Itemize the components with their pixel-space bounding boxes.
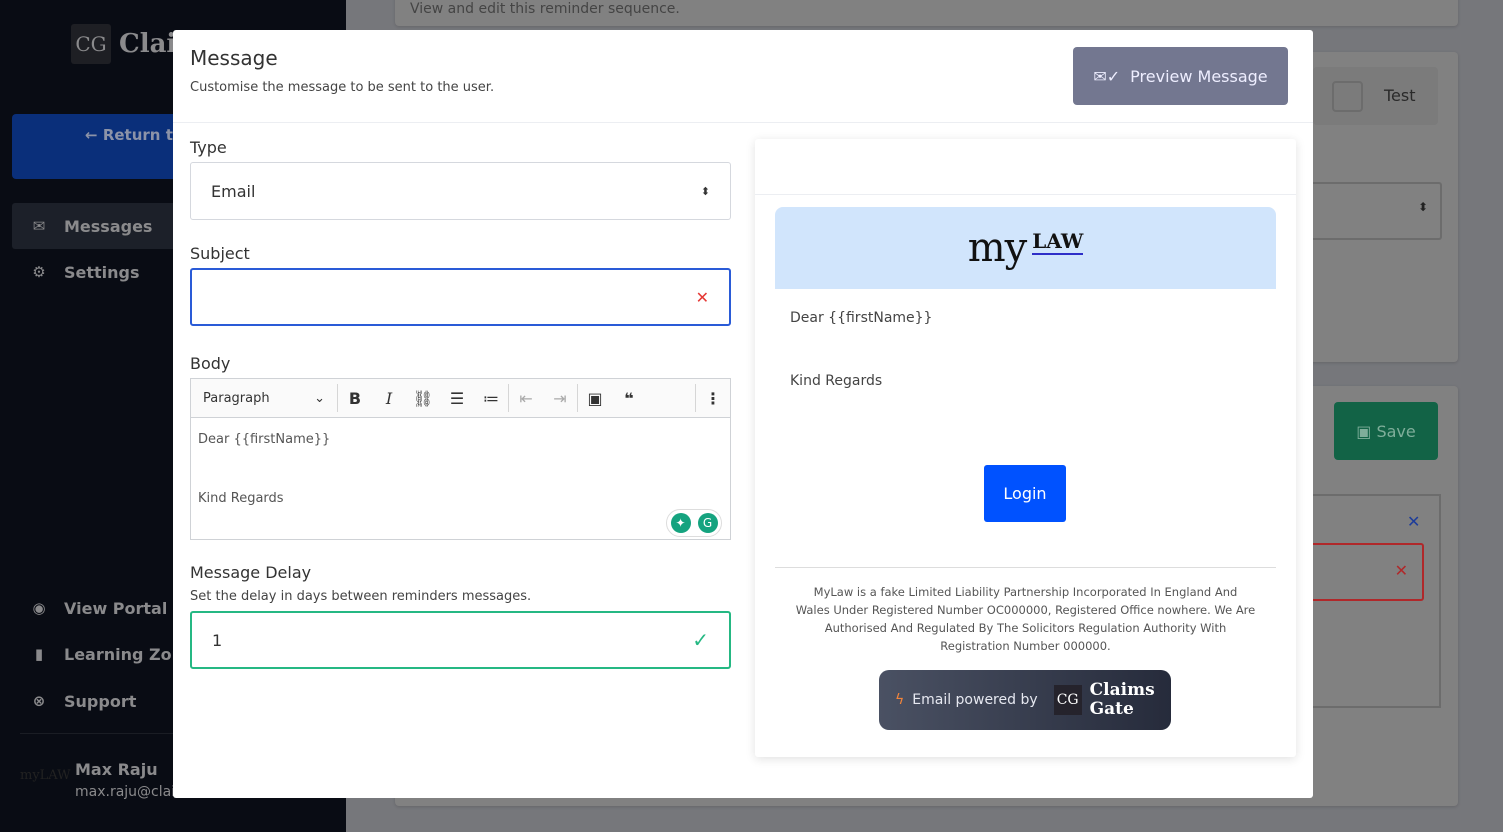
subject-label: Subject — [190, 244, 250, 263]
envelope-check-icon: ✉✓ — [1093, 66, 1121, 86]
floppy-icon: ▣ — [1356, 421, 1377, 441]
grammarly-widget[interactable]: ✦ G — [666, 509, 722, 537]
delay-input[interactable]: 1 ✓ — [190, 611, 731, 669]
cg-logo-icon: CG — [71, 24, 111, 64]
editor-toolbar: Paragraph ⌄ B I ⛓ ☰ ≔ ⇤ ⇥ ▣ ❝ ⋮ — [191, 379, 730, 418]
company-logo: myLAW — [20, 768, 71, 783]
body-editor[interactable]: Paragraph ⌄ B I ⛓ ☰ ≔ ⇤ ⇥ ▣ ❝ ⋮ Dear {{fi… — [190, 378, 731, 540]
bullet-list-icon[interactable]: ☰ — [440, 389, 474, 408]
body-label: Body — [190, 354, 231, 373]
delay-label: Message Delay — [190, 563, 312, 582]
error-icon: ✕ — [1295, 543, 1424, 601]
preview-signoff: Kind Regards — [790, 373, 883, 389]
quote-icon[interactable]: ❝ — [612, 389, 646, 408]
email-preview: my LAW Dear {{firstName}} Kind Regards Lo… — [755, 139, 1296, 757]
envelope-icon: ✉ — [32, 217, 46, 235]
login-button[interactable]: Login — [984, 465, 1066, 522]
numbered-list-icon[interactable]: ≔ — [474, 389, 508, 408]
modal-header: Message Customise the message to be sent… — [173, 30, 1313, 123]
indent-icon[interactable]: ⇥ — [543, 389, 577, 408]
outdent-icon[interactable]: ⇤ — [509, 389, 543, 408]
gear-icon: ⚙ — [32, 263, 46, 281]
message-modal: Message Customise the message to be sent… — [173, 30, 1313, 798]
lightning-icon: ϟ — [895, 692, 905, 708]
book-icon: ▮ — [34, 645, 44, 663]
test-checkbox[interactable] — [1332, 81, 1363, 112]
save-button[interactable]: ▣ Save — [1334, 402, 1438, 460]
error-icon: ✕ — [695, 287, 709, 307]
preview-footer: MyLaw is a fake Limited Liability Partne… — [795, 585, 1256, 653]
bulb-icon: ✦ — [670, 513, 691, 533]
link-icon[interactable]: ⛓ — [406, 389, 440, 408]
lifebuoy-icon: ⊗ — [32, 692, 46, 710]
chevron-down-icon: ⌄ — [314, 390, 325, 406]
delay-help: Set the delay in days between reminders … — [190, 589, 532, 604]
preview-greeting: Dear {{firstName}} — [790, 310, 933, 326]
logo: CG Clai — [71, 24, 176, 64]
bold-icon[interactable]: B — [338, 389, 372, 408]
divider — [775, 567, 1276, 568]
cg-logo-icon: CG — [1053, 685, 1082, 715]
close-icon[interactable]: ✕ — [1407, 512, 1420, 531]
preview-message-button[interactable]: ✉✓ Preview Message — [1073, 47, 1288, 105]
select-chevron-icon: ⬍ — [700, 184, 710, 198]
grammarly-icon: G — [697, 513, 718, 533]
type-select[interactable]: Email ⬍ — [190, 162, 731, 220]
check-icon: ✓ — [692, 628, 709, 652]
select-chevron-icon[interactable]: ⬍ — [1295, 182, 1442, 240]
editor-content[interactable]: Dear {{firstName}} Kind Regards — [191, 418, 730, 521]
background-header-card: View and edit this reminder sequence. — [395, 0, 1458, 26]
mylaw-logo-banner: my LAW — [775, 207, 1276, 289]
subject-input[interactable]: ✕ — [190, 268, 731, 326]
italic-icon[interactable]: I — [372, 389, 406, 408]
type-label: Type — [190, 138, 227, 157]
paragraph-dropdown[interactable]: Paragraph ⌄ — [191, 391, 337, 406]
more-icon[interactable]: ⋮ — [696, 389, 730, 408]
image-icon[interactable]: ▣ — [578, 389, 612, 408]
globe-icon: ◉ — [32, 599, 46, 617]
powered-by-badge[interactable]: ϟ Email powered by CG Claims Gate — [879, 670, 1171, 730]
background-subtitle: View and edit this reminder sequence. — [410, 1, 680, 17]
